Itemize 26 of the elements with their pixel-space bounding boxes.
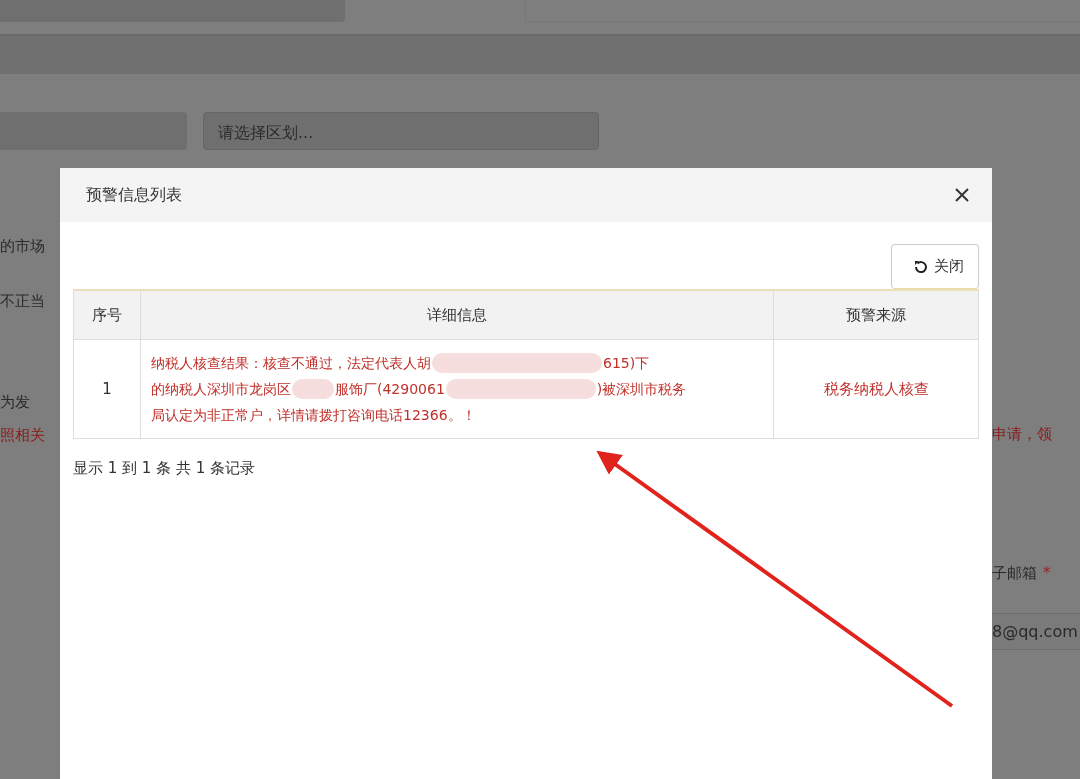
redaction-mark [292,379,334,399]
email-field[interactable]: 8@qq.com [992,613,1080,650]
background-text: 为发 [0,393,31,412]
column-header: 详细信息 [140,290,774,340]
warning-text: 615)下 [603,354,650,373]
table-cell: 税务纳税人核查 [773,339,979,439]
background-text: 的市场 [0,237,46,256]
table-cell: 1 [73,339,141,439]
warning-text: 服饰厂(4290061 [335,380,445,399]
background-text: 申请，领 [992,425,1053,444]
pagination-info: 显示 1 到 1 条 共 1 条记录 [73,459,256,478]
warning-text: 的纳税人深圳市龙岗区 [151,380,291,399]
dialog-title: 预警信息列表 [86,184,182,206]
warning-text: 纳税人核查结果：核查不通过，法定代表人胡 [151,354,431,373]
column-header: 序号 [73,290,141,340]
warning-text: )被深圳市税务 [596,380,687,399]
warning-text: 局认定为非正常户，详情请拨打咨询电话12366。！ [151,406,476,425]
close-icon[interactable] [954,187,970,203]
background-text: 不正当 [0,292,46,311]
column-header: 预警来源 [773,290,979,340]
field-label: 子邮箱 [992,564,1037,583]
background-text: 照相关 [0,426,46,445]
required-mark: * [1043,564,1051,583]
refresh-icon [914,259,928,274]
close-button[interactable]: 关闭 [891,244,979,289]
region-select[interactable]: 请选择区划... [203,112,599,150]
